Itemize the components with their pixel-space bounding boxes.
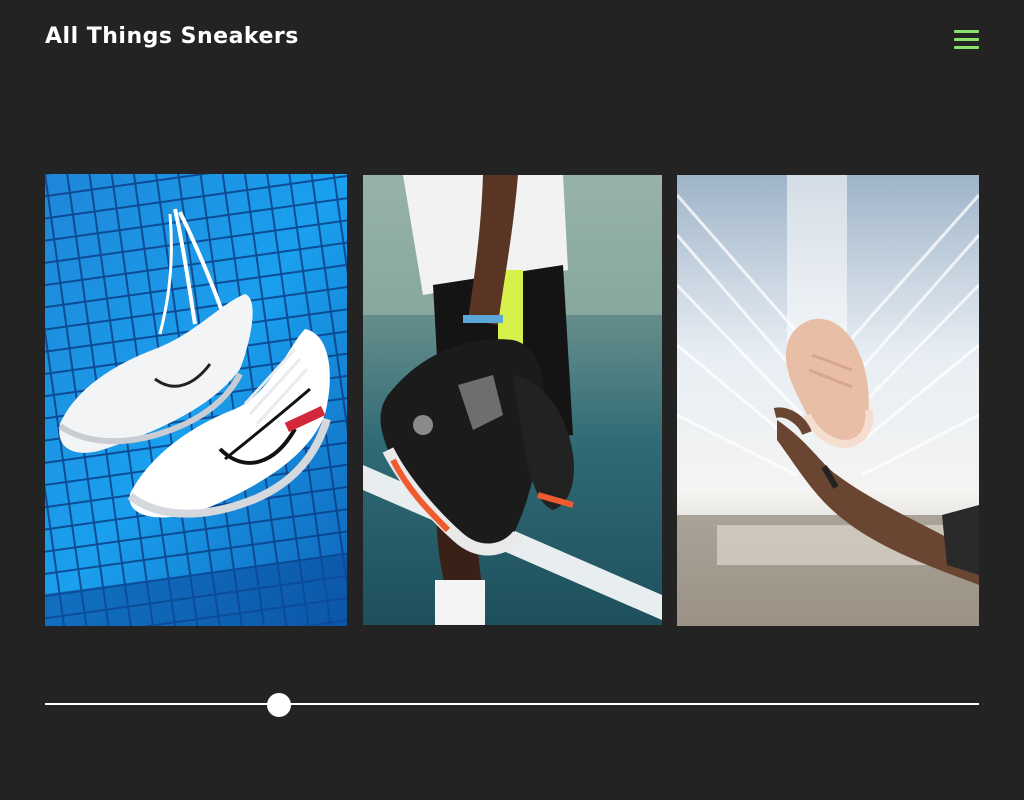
hamburger-menu-icon[interactable] [954, 30, 979, 50]
gallery-card-2[interactable] [363, 175, 662, 625]
black-red-sneakers-in-hand-image [363, 175, 662, 625]
gallery-slider[interactable] [45, 690, 979, 720]
gallery-card-1[interactable] [45, 174, 347, 626]
pink-sneaker-tossed-image [677, 175, 979, 626]
slider-thumb[interactable] [266, 693, 291, 717]
gallery-card-3[interactable] [677, 175, 979, 626]
white-sneakers-on-net-image [45, 174, 347, 626]
site-title[interactable]: All Things Sneakers [45, 24, 299, 49]
slider-track[interactable] [45, 703, 979, 705]
image-gallery [45, 174, 979, 626]
